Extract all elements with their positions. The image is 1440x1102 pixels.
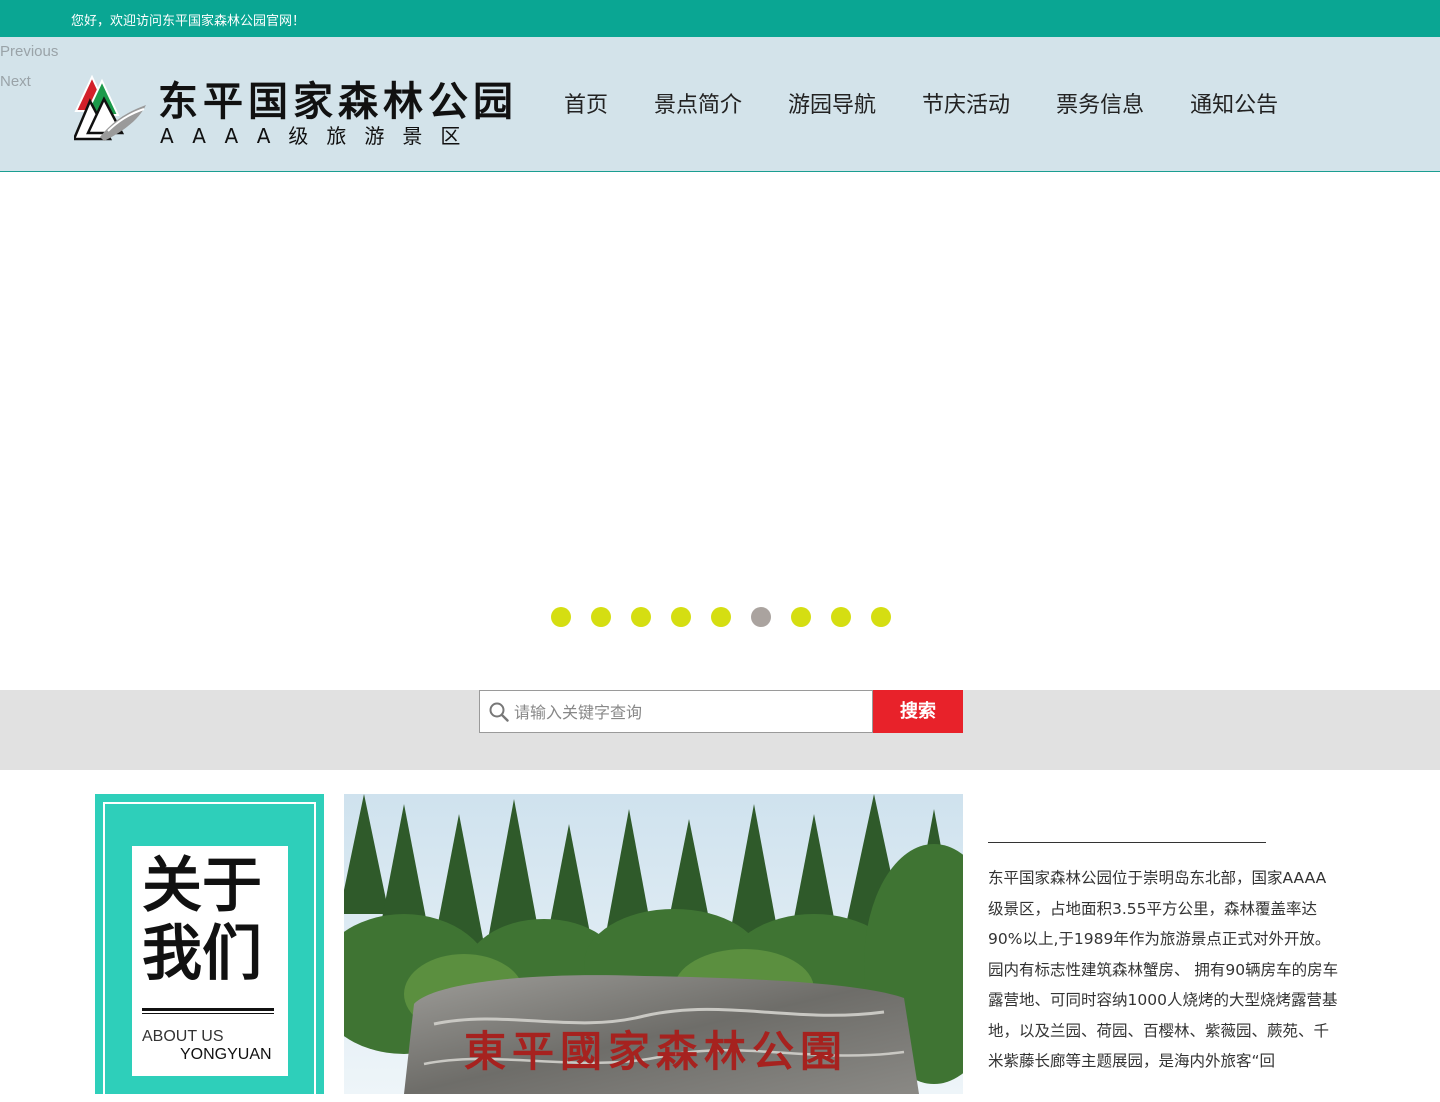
slider-dot[interactable] [551,607,571,627]
about-us-card[interactable]: 关于 我们 ABOUT US YONGYUAN [95,794,324,1102]
site-name: 东平国家森林公园 [158,78,518,125]
slider-pagination [551,607,911,627]
slider-next-link[interactable]: Next [0,73,31,90]
about-intro-text: 东平国家森林公园位于崇明岛东北部，国家AAAA级景区，占地面积3.55平方公里，… [988,869,1339,1070]
about-subtitle-brand: YONGYUAN [180,1046,272,1063]
slider-dot[interactable] [671,607,691,627]
photo-inscription-text: 東平國家森林公園 [464,1027,848,1076]
about-intro: 东平国家森林公园位于崇明岛东北部，国家AAAA级景区，占地面积3.55平方公里，… [988,842,1340,1077]
search-icon [489,702,509,722]
about-subtitle-en: ABOUT US [142,1028,224,1045]
main-nav: 首页 景点简介 游园导航 节庆活动 票务信息 通知公告 [564,87,1324,118]
about-title-line-1: 关于 [142,851,262,921]
about-title: 关于 我们 [142,852,262,988]
logo-mark-icon [74,75,146,141]
nav-item-park-guide[interactable]: 游园导航 [788,87,876,118]
slider-dot[interactable] [631,607,651,627]
search-button[interactable]: 搜索 [873,690,963,733]
top-bar: 您好，欢迎访问东平国家森林公园官网！ [0,0,1440,37]
about-rule-thin [142,1013,274,1014]
nav-item-home[interactable]: 首页 [564,87,608,118]
slider-dot[interactable] [711,607,731,627]
slider-dot[interactable] [791,607,811,627]
park-photo-image: 東平國家森林公園 [344,794,963,1094]
nav-item-festivals[interactable]: 节庆活动 [922,87,1010,118]
welcome-text: 您好，欢迎访问东平国家森林公园官网！ [71,14,306,29]
slider-dot[interactable] [831,607,851,627]
about-card-label: 关于 我们 ABOUT US YONGYUAN [132,846,288,1076]
header: Previous Next 东平国家森林公园 AAAA级旅游景区 首页 景点简介… [0,37,1440,172]
nav-item-tickets[interactable]: 票务信息 [1056,87,1144,118]
banner-slider [0,172,1440,690]
nav-item-attractions[interactable]: 景点简介 [654,87,742,118]
slider-dot[interactable] [751,607,771,627]
about-rule-thick [142,1008,274,1011]
slider-previous-link[interactable]: Previous [0,43,58,60]
about-title-line-2: 我们 [142,919,262,989]
slider-dot[interactable] [871,607,891,627]
site-logo[interactable]: 东平国家森林公园 AAAA级旅游景区 [74,73,520,148]
search-band: 搜索 [0,690,1440,770]
slider-dot[interactable] [591,607,611,627]
nav-item-notices[interactable]: 通知公告 [1190,87,1278,118]
search-box [479,690,873,733]
park-photo: 東平國家森林公園 [344,794,963,1094]
about-divider [988,842,1266,843]
search-input[interactable] [514,697,864,727]
site-level: AAAA级旅游景区 [160,124,479,148]
